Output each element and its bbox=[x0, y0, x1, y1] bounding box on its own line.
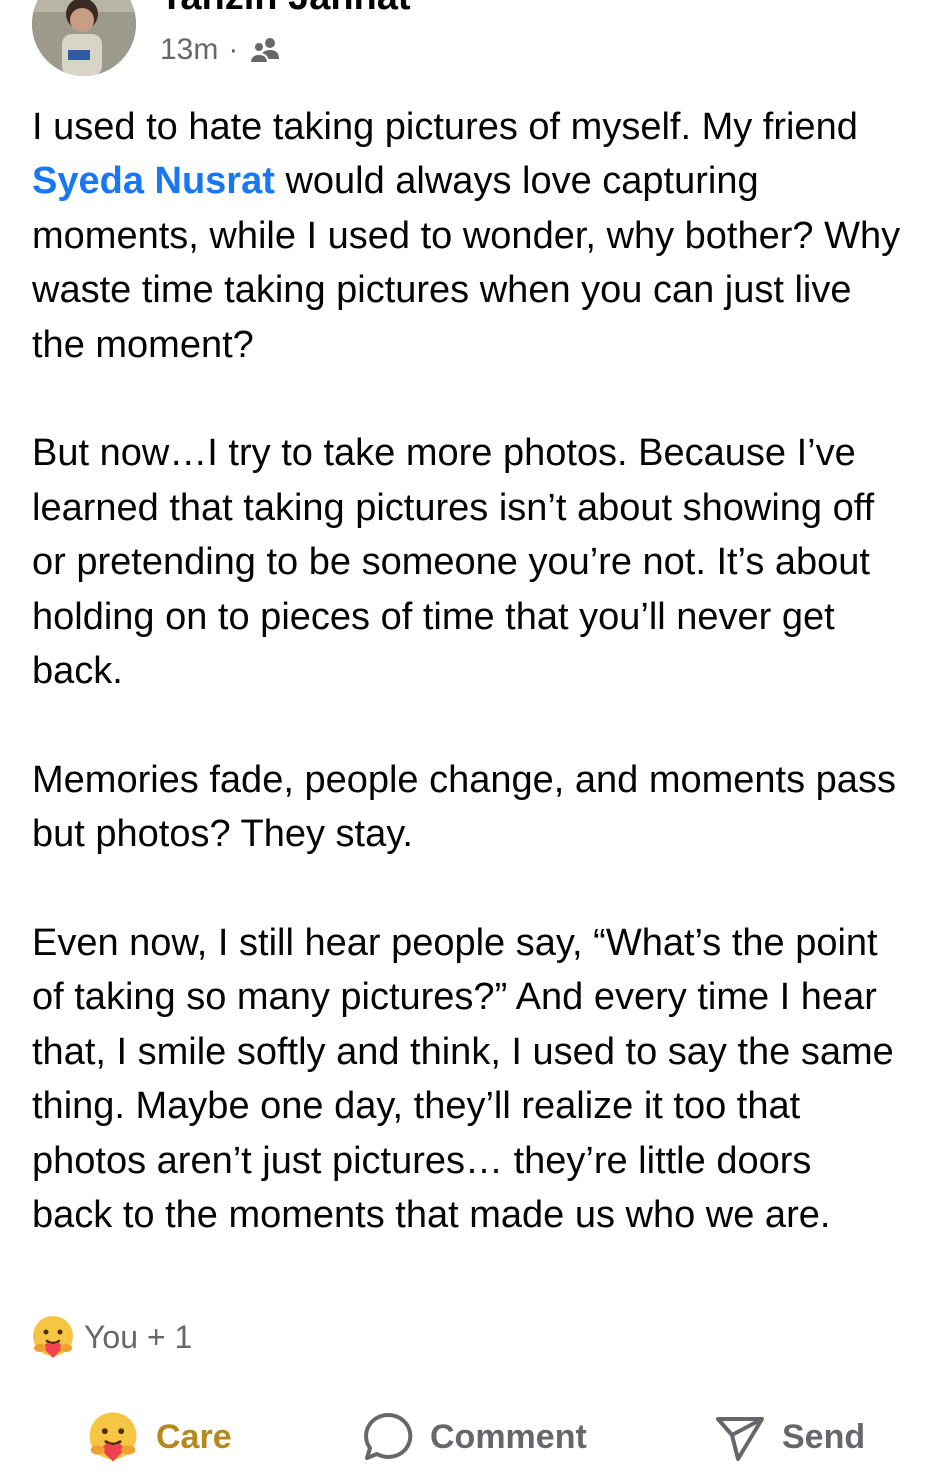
paragraph-text: I used to hate taking pictures of myself… bbox=[32, 106, 858, 148]
care-emoji-icon bbox=[33, 1316, 73, 1358]
care-label: Care bbox=[156, 1417, 232, 1456]
post-paragraph: I used to hate taking pictures of myself… bbox=[32, 100, 902, 372]
post-paragraph: Memories fade, people change, and moment… bbox=[32, 758, 896, 856]
action-bar: Care Comment Send bbox=[0, 1404, 945, 1470]
comment-label: Comment bbox=[430, 1417, 587, 1456]
care-button[interactable]: Care bbox=[86, 1404, 232, 1470]
post-timestamp[interactable]: 13m bbox=[160, 30, 218, 70]
close-icon bbox=[862, 0, 922, 20]
reactions-count: You + 1 bbox=[84, 1318, 193, 1355]
comment-icon bbox=[364, 1412, 413, 1460]
post-paragraph: But now…I try to take more photos. Becau… bbox=[32, 432, 875, 693]
author-name[interactable]: Tanzin Jannat bbox=[160, 0, 411, 16]
reactions-summary[interactable]: You + 1 bbox=[30, 1314, 192, 1360]
meta-separator: · bbox=[228, 33, 239, 66]
comment-button[interactable]: Comment bbox=[362, 1404, 587, 1470]
send-label: Send bbox=[782, 1417, 866, 1456]
avatar-photo bbox=[32, 0, 136, 76]
send-button[interactable]: Send bbox=[714, 1404, 865, 1470]
close-button[interactable] bbox=[862, 0, 922, 20]
care-emoji-icon bbox=[89, 1412, 137, 1462]
post-paragraph: Even now, I still hear people say, “What… bbox=[32, 922, 894, 1237]
mention-link[interactable]: Syeda Nusrat bbox=[32, 160, 275, 202]
author-avatar[interactable] bbox=[32, 0, 136, 76]
friends-icon[interactable] bbox=[248, 35, 282, 65]
post-meta: 13m · bbox=[160, 30, 282, 70]
post-body: I used to hate taking pictures of myself… bbox=[32, 100, 902, 1242]
send-icon bbox=[716, 1417, 764, 1461]
